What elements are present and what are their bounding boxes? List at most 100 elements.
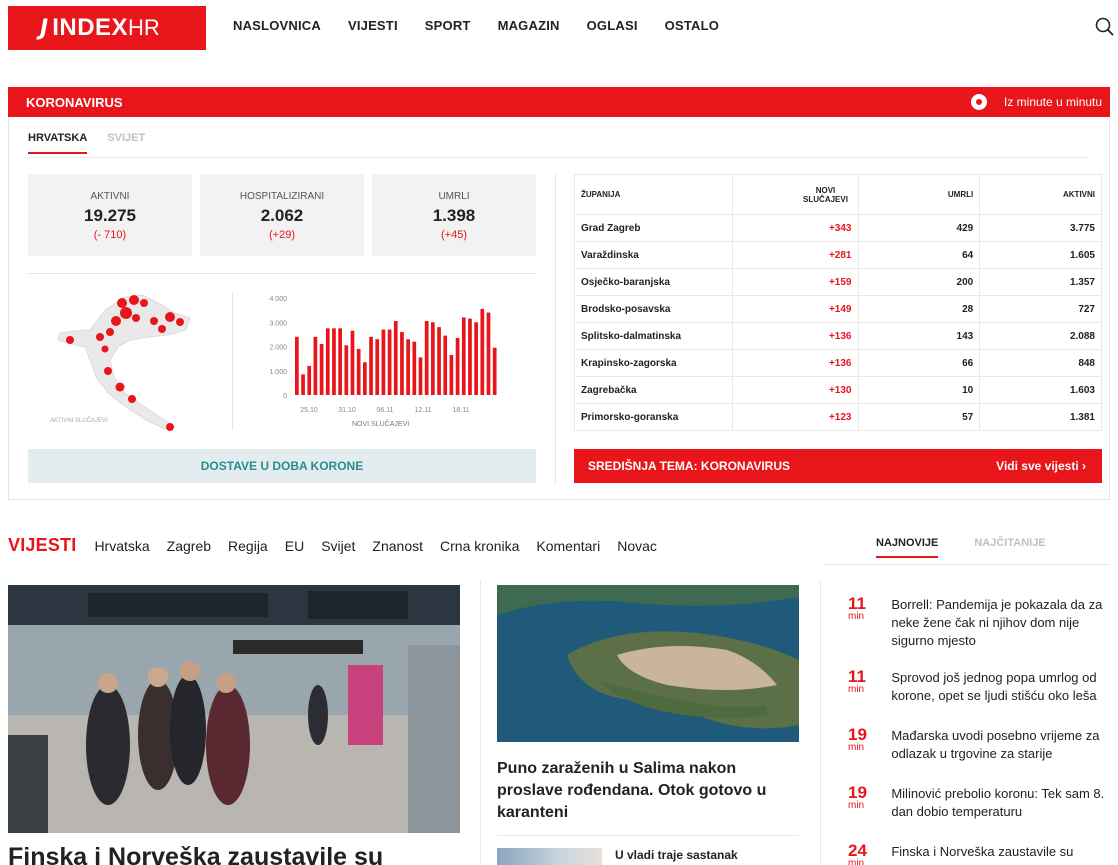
chart-bar[interactable] [369, 336, 373, 395]
county-name: Krapinsko-zagorska [574, 349, 733, 377]
chart-bar[interactable] [313, 336, 318, 395]
government-article-headline[interactable]: U vladi traje sastanak [615, 848, 738, 862]
airport-article-image[interactable] [8, 585, 460, 833]
corona-title[interactable]: KORONAVIRUS [26, 95, 123, 110]
table-row[interactable]: Zagrebačka +130 10 1.603 [574, 376, 1102, 404]
island-article-headline[interactable]: Puno zaraženih u Salima nakon proslave r… [497, 758, 797, 824]
category-hrvatska[interactable]: Hrvatska [94, 538, 149, 554]
chart-bar[interactable] [412, 341, 417, 395]
tab-najcitanije[interactable]: NAJČITANIJE [974, 537, 1045, 558]
chart-bar[interactable] [381, 329, 386, 395]
live-feed-link[interactable]: Iz minute u minutu [1004, 95, 1102, 109]
chart-bar[interactable] [400, 331, 404, 395]
category-crna-kronika[interactable]: Crna kronika [440, 538, 519, 554]
chart-bar[interactable] [375, 339, 380, 395]
chart-bar[interactable] [431, 322, 435, 395]
croatia-map[interactable] [30, 285, 215, 435]
index-hr-logo[interactable]: J INDEX HR [8, 6, 206, 50]
chart-bar[interactable] [301, 374, 305, 395]
chart-bar[interactable] [338, 328, 342, 395]
chart-bar[interactable] [387, 329, 392, 395]
chart-bar[interactable] [363, 362, 367, 395]
latest-item[interactable]: 19 min Milinović prebolio koronu: Tek sa… [848, 784, 1110, 821]
chart-bar[interactable] [461, 317, 466, 395]
nav-sport[interactable]: SPORT [425, 18, 471, 33]
category-komentari[interactable]: Komentari [536, 538, 600, 554]
chart-bar[interactable] [492, 347, 497, 395]
island-article-image[interactable] [497, 585, 799, 742]
nav-naslovnica[interactable]: NASLOVNICA [233, 18, 321, 33]
county-name: Primorsko-goranska [574, 403, 733, 431]
chart-bar[interactable] [356, 348, 361, 395]
table-row[interactable]: Krapinsko-zagorska +136 66 848 [574, 349, 1102, 377]
see-all-news-link[interactable]: Vidi sve vijesti › [996, 449, 1086, 483]
chart-bar[interactable] [350, 330, 355, 395]
chart-bar[interactable] [319, 344, 324, 395]
table-row[interactable]: Grad Zagreb +343 429 3.775 [574, 214, 1102, 242]
col-header-zupanija[interactable]: ŽUPANIJA [574, 174, 733, 215]
nav-magazin[interactable]: MAGAZIN [498, 18, 560, 33]
nav-oglasi[interactable]: OGLASI [587, 18, 638, 33]
chart-bar[interactable] [480, 308, 485, 395]
county-active: 1.357 [979, 268, 1102, 296]
chart-bar[interactable] [486, 312, 491, 395]
table-row[interactable]: Varaždinska +281 64 1.605 [574, 241, 1102, 269]
category-regija[interactable]: Regija [228, 538, 268, 554]
chart-bar[interactable] [307, 365, 312, 395]
logo-mark-icon: J [40, 15, 49, 41]
divider [28, 273, 536, 274]
chart-bar[interactable] [474, 322, 478, 395]
chart-bar[interactable] [468, 318, 472, 395]
table-row[interactable]: Brodsko-posavska +149 28 727 [574, 295, 1102, 323]
nav-ostalo[interactable]: OSTALO [665, 18, 719, 33]
category-svijet[interactable]: Svijet [321, 538, 355, 554]
divider [820, 580, 821, 865]
dostave-button[interactable]: DOSTAVE U DOBA KORONE [28, 449, 536, 483]
chart-bar[interactable] [295, 336, 299, 395]
category-novac[interactable]: Novac [617, 538, 657, 554]
table-row[interactable]: Splitsko-dalmatinska +136 143 2.088 [574, 322, 1102, 350]
chart-bar[interactable] [393, 321, 398, 395]
col-header-umrli[interactable]: UMRLI [857, 174, 981, 215]
chart-bar[interactable] [424, 321, 429, 395]
latest-item[interactable]: 11 min Sprovod još jednog popa umrlog od… [848, 667, 1110, 705]
category-znanost[interactable]: Znanost [372, 538, 423, 554]
latest-headline: Milinović prebolio koronu: Tek sam 8. da… [891, 786, 1105, 819]
col-header-aktivni[interactable]: AKTIVNI [979, 174, 1102, 215]
chart-bar[interactable] [443, 335, 448, 395]
latest-item[interactable]: 24 min Finska i Norveška zaustavile su [848, 842, 1110, 865]
table-row[interactable]: Osječko-baranjska +159 200 1.357 [574, 268, 1102, 296]
col-header-novi[interactable]: NOVI SLUČAJEVI [731, 174, 859, 215]
sredisnja-tema-banner[interactable]: SREDIŠNJA TEMA: KORONAVIRUS Vidi sve vij… [574, 449, 1102, 483]
search-icon[interactable] [1094, 16, 1116, 38]
corona-header-bar: KORONAVIRUS Iz minute u minutu [8, 87, 1110, 117]
chart-bar[interactable] [332, 328, 336, 395]
chart-bar[interactable] [344, 345, 349, 395]
chart-bar[interactable] [449, 354, 454, 395]
tab-svijet[interactable]: SVIJET [107, 132, 145, 154]
news-section-title[interactable]: VIJESTI [8, 535, 76, 556]
chart-bar[interactable] [437, 327, 441, 395]
county-name: Zagrebačka [574, 376, 733, 404]
latest-item[interactable]: 19 min Mađarska uvodi posebno vrijeme za… [848, 726, 1110, 763]
government-article-thumbnail[interactable] [497, 848, 602, 865]
county-name: Brodsko-posavska [574, 295, 733, 323]
chart-bar[interactable] [406, 339, 410, 395]
chart-bar[interactable] [325, 328, 330, 395]
latest-headline: Mađarska uvodi posebno vrijeme za odlaza… [891, 728, 1100, 761]
county-active: 727 [979, 295, 1102, 323]
main-article-headline[interactable]: Finska i Norveška zaustavile su [8, 843, 383, 865]
county-active: 1.605 [979, 241, 1102, 269]
tab-hrvatska[interactable]: HRVATSKA [28, 132, 88, 154]
latest-time-value: 11 [848, 667, 866, 686]
tab-najnovije[interactable]: NAJNOVIJE [876, 537, 939, 558]
category-zagreb[interactable]: Zagreb [167, 538, 211, 554]
table-row[interactable]: Primorsko-goranska +123 57 1.381 [574, 403, 1102, 431]
chart-bar[interactable] [418, 357, 423, 395]
category-eu[interactable]: EU [285, 538, 304, 554]
county-name: Grad Zagreb [574, 214, 733, 242]
latest-item[interactable]: 11 min Borrell: Pandemija je pokazala da… [848, 595, 1110, 650]
logo-text: INDEX [52, 14, 129, 41]
chart-bar[interactable] [455, 338, 460, 395]
nav-vijesti[interactable]: VIJESTI [348, 18, 398, 33]
